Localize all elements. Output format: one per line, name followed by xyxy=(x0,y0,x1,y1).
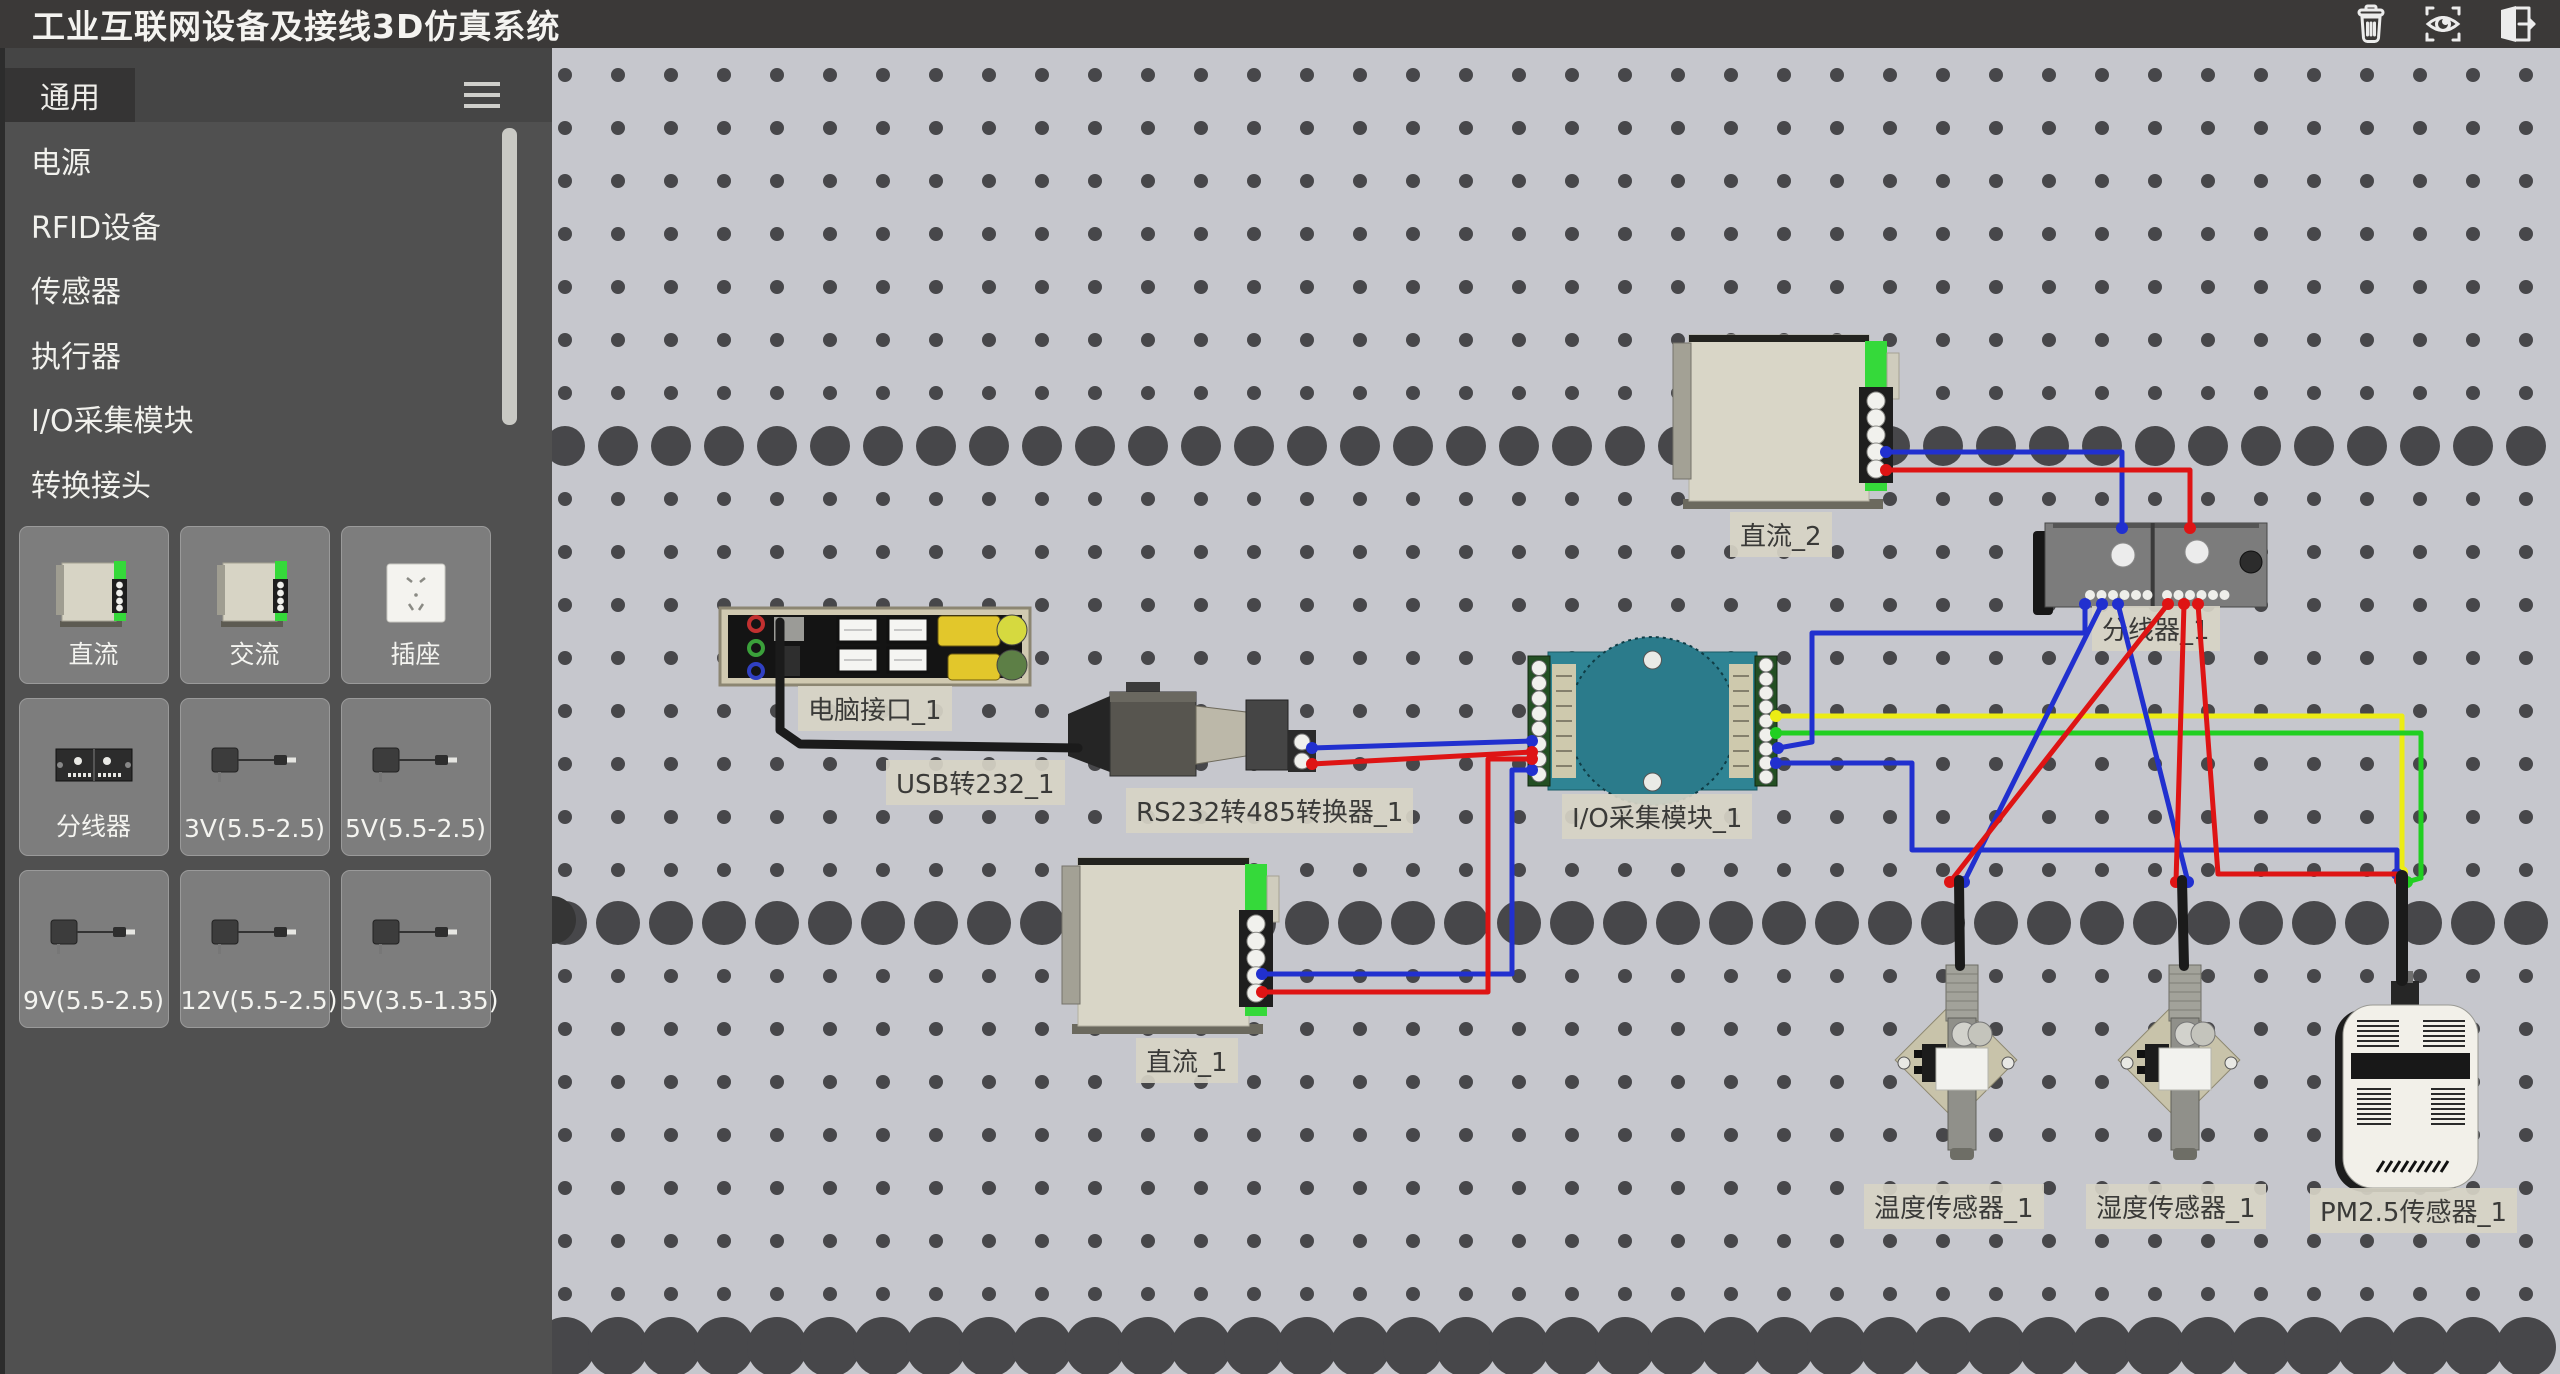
adapter-icon xyxy=(181,889,329,984)
sidebar-item-0[interactable]: 电源 xyxy=(5,132,485,197)
device-pm25-sensor-1[interactable] xyxy=(2335,971,2478,1192)
device-tile-adapter-7[interactable]: 12V(5.5-2.5) xyxy=(180,870,330,1028)
view-button[interactable] xyxy=(2420,1,2466,47)
device-tile-psu-0[interactable]: 直流 xyxy=(19,526,169,684)
device-tile-adapter-6[interactable]: 9V(5.5-2.5) xyxy=(19,870,169,1028)
app-window: 工业互联网设备及接线3D仿真系统 xyxy=(0,0,2560,1374)
delete-button[interactable] xyxy=(2348,1,2394,47)
tab-general[interactable]: 通用 xyxy=(5,68,135,122)
psu-icon xyxy=(20,545,168,640)
device-dc-power-2[interactable] xyxy=(1673,335,1899,509)
sidebar-scrollbar[interactable] xyxy=(502,128,517,425)
device-tile-adapter-8[interactable]: 5V(3.5-1.35) xyxy=(341,870,491,1028)
device-tile-splitter-3[interactable]: 分线器 xyxy=(19,698,169,856)
device-pc-interface-1[interactable] xyxy=(720,608,1030,685)
device-tile-psu-1[interactable]: 交流 xyxy=(180,526,330,684)
device-tile-adapter-5[interactable]: 5V(5.5-2.5) xyxy=(341,698,491,856)
tile-label: 分线器 xyxy=(20,807,168,843)
tile-label: 5V(3.5-1.35) xyxy=(342,986,490,1015)
page-title: 工业互联网设备及接线3D仿真系统 xyxy=(32,0,560,48)
trash-icon xyxy=(2349,2,2393,46)
sidebar-item-5[interactable]: 转换接头 xyxy=(5,455,485,520)
tile-label: 3V(5.5-2.5) xyxy=(181,814,329,843)
top-bar: 工业互联网设备及接线3D仿真系统 xyxy=(0,0,2560,48)
device-tile-adapter-4[interactable]: 3V(5.5-2.5) xyxy=(180,698,330,856)
adapter-icon xyxy=(342,717,490,812)
device-splitter-1[interactable] xyxy=(2033,523,2267,615)
sidebar-tab-row: 通用 xyxy=(5,48,552,122)
adapter-icon xyxy=(20,889,168,984)
sidebar-item-2[interactable]: 传感器 xyxy=(5,261,485,326)
device-usb-serial-converter-1[interactable] xyxy=(1068,682,1316,776)
splitter-icon xyxy=(20,717,168,812)
exit-button[interactable] xyxy=(2492,1,2538,47)
adapter-icon xyxy=(181,717,329,812)
scene-layer xyxy=(552,48,2560,1374)
device-humidity-sensor-1[interactable] xyxy=(2118,965,2240,1160)
sidebar-item-1[interactable]: RFID设备 xyxy=(5,197,485,262)
tile-label: 5V(5.5-2.5) xyxy=(342,814,490,843)
psu-icon xyxy=(181,545,329,640)
eye-view-icon xyxy=(2421,2,2465,46)
tile-label: 插座 xyxy=(342,635,490,671)
tile-label: 9V(5.5-2.5) xyxy=(20,986,168,1015)
device-io-module-1[interactable] xyxy=(1528,637,1777,805)
exit-door-icon xyxy=(2493,2,2537,46)
hamburger-menu-icon[interactable] xyxy=(464,82,500,108)
device-dc-power-1[interactable] xyxy=(1062,858,1279,1034)
tile-label: 交流 xyxy=(181,635,329,671)
tile-label: 直流 xyxy=(20,635,168,671)
sidebar-menu: 电源RFID设备传感器执行器I/O采集模块转换接头 xyxy=(5,132,485,519)
adapter-icon xyxy=(342,889,490,984)
sidebar-item-4[interactable]: I/O采集模块 xyxy=(5,390,485,455)
toolbar xyxy=(2348,0,2538,48)
sidebar-item-3[interactable]: 执行器 xyxy=(5,326,485,391)
tile-label: 12V(5.5-2.5) xyxy=(181,986,329,1015)
device-tile-socket-2[interactable]: 插座 xyxy=(341,526,491,684)
sidebar: 通用 电源RFID设备传感器执行器I/O采集模块转换接头 直流 交流 xyxy=(0,48,552,1374)
socket-icon xyxy=(342,545,490,640)
device-tile-grid: 直流 交流 插座 分线器 3V(5 xyxy=(13,526,505,1042)
